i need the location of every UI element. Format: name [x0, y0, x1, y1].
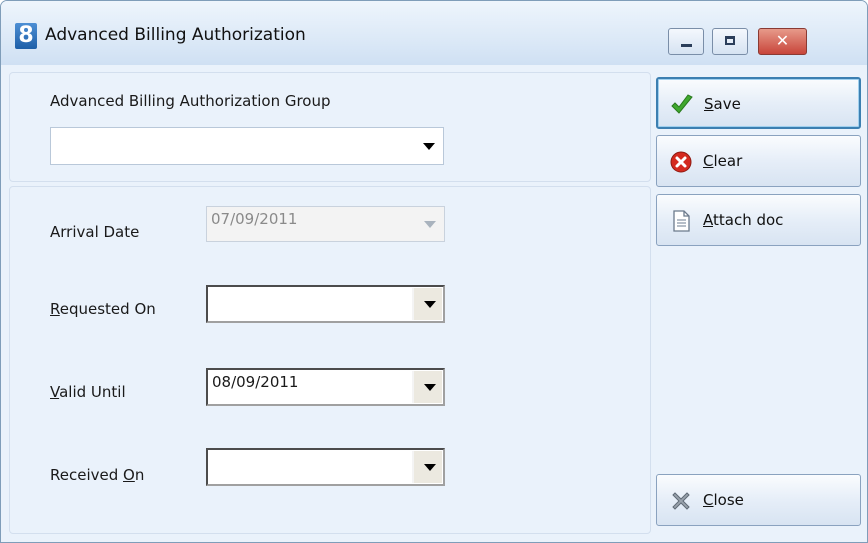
group-select[interactable]	[50, 127, 444, 165]
valid-until-label: Valid Until	[50, 383, 126, 401]
chevron-down-icon	[414, 207, 444, 241]
requested-on-field[interactable]	[206, 285, 445, 323]
document-icon	[673, 210, 690, 232]
close-x-icon	[672, 492, 690, 510]
clear-label: Clear	[703, 152, 743, 170]
save-label: Save	[704, 95, 741, 113]
close-label: Close	[703, 491, 744, 509]
clear-x-icon	[670, 151, 692, 173]
arrival-date-field: 07/09/2011	[206, 206, 445, 242]
group-panel: Advanced Billing Authorization Group	[9, 72, 651, 182]
title-bar[interactable]: 8 Advanced Billing Authorization ✕	[1, 1, 867, 65]
window-title: Advanced Billing Authorization	[45, 25, 306, 45]
attach-doc-button[interactable]: Attach doc	[656, 194, 861, 246]
group-label: Advanced Billing Authorization Group	[50, 92, 331, 110]
valid-until-field[interactable]: 08/09/2011	[206, 368, 445, 406]
chevron-down-icon[interactable]	[413, 128, 443, 164]
close-button[interactable]: Close	[656, 474, 861, 526]
save-button[interactable]: Save	[656, 77, 861, 129]
app-icon: 8	[15, 23, 37, 49]
dialog-window: 8 Advanced Billing Authorization ✕ Advan…	[0, 0, 868, 543]
minimize-icon	[681, 44, 692, 47]
chevron-down-icon[interactable]	[412, 371, 442, 403]
received-on-label: Received On	[50, 466, 145, 484]
minimize-button[interactable]	[668, 28, 704, 55]
close-icon: ✕	[775, 31, 790, 50]
maximize-button[interactable]	[712, 28, 748, 55]
window-close-button[interactable]: ✕	[758, 28, 807, 55]
valid-until-value: 08/09/2011	[212, 373, 299, 391]
clear-button[interactable]: Clear	[656, 135, 861, 187]
arrival-date-value: 07/09/2011	[211, 210, 298, 228]
chevron-down-icon[interactable]	[412, 288, 442, 320]
received-on-field[interactable]	[206, 448, 445, 486]
maximize-icon	[725, 36, 735, 45]
attach-doc-label: Attach doc	[703, 211, 784, 229]
requested-on-label: Requested On	[50, 300, 156, 318]
chevron-down-icon[interactable]	[412, 451, 442, 483]
actions-panel: Save Clear Attach doc Close	[653, 72, 865, 532]
arrival-date-label: Arrival Date	[50, 223, 140, 241]
dates-panel: Arrival Date 07/09/2011 Requested On Val…	[9, 186, 651, 534]
checkmark-icon	[671, 94, 693, 114]
